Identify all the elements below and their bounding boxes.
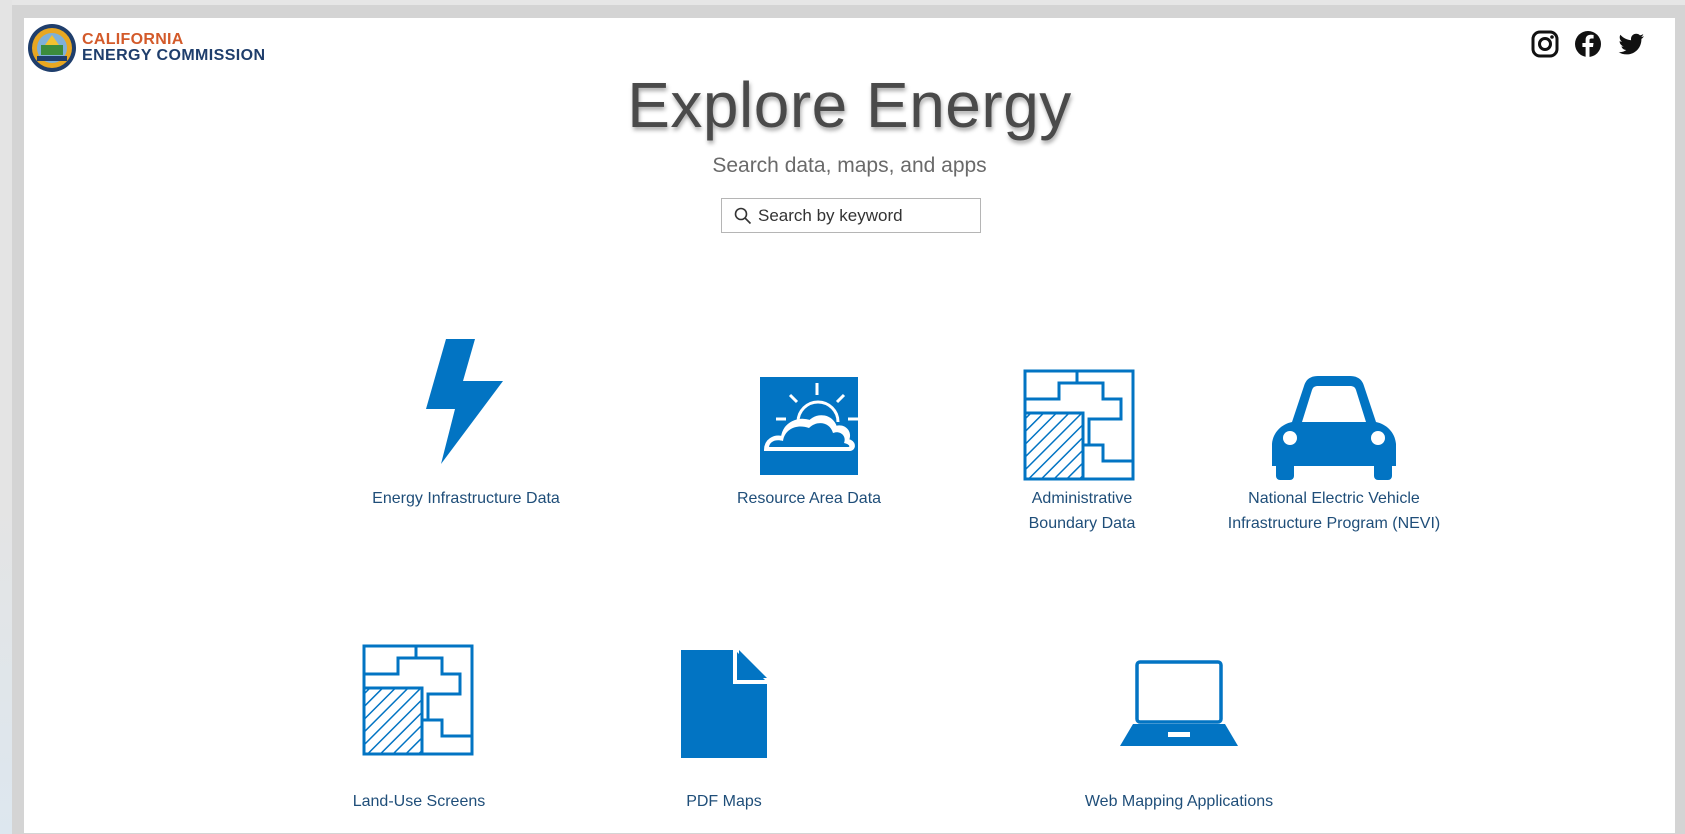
laptop-icon	[1120, 660, 1238, 746]
background-strip	[0, 0, 12, 834]
page-title: Explore Energy	[627, 69, 1072, 141]
instagram-icon[interactable]	[1531, 30, 1559, 58]
tile-land-use-screens[interactable]: Land-Use Screens	[344, 612, 494, 824]
logo-line-commission: ENERGY COMMISSION	[82, 47, 266, 64]
search-icon	[734, 207, 752, 224]
tile-label: Land-Use Screens	[352, 793, 486, 810]
tile-label: Energy Infrastructure Data	[372, 490, 560, 507]
parcel-boundary-icon	[1023, 369, 1135, 481]
search-bar	[721, 198, 981, 233]
tile-label: National Electric Vehicle Infrastructure…	[1227, 490, 1441, 532]
page-subtitle: Search data, maps, and apps	[712, 154, 987, 177]
logo-text: CALIFORNIA ENERGY COMMISSION	[82, 32, 265, 64]
page-content: CALIFORNIA ENERGY COMMISSION Explore Ene…	[24, 18, 1675, 833]
tile-resource-area-data[interactable]: Resource Area Data	[719, 339, 899, 549]
tile-pdf-maps[interactable]: PDF Maps	[654, 612, 794, 824]
tile-label: Resource Area Data	[736, 490, 882, 507]
tile-label: PDF Maps	[686, 793, 762, 810]
cec-logo[interactable]: CALIFORNIA ENERGY COMMISSION	[27, 23, 265, 73]
tile-energy-infrastructure-data[interactable]: Energy Infrastructure Data	[341, 339, 591, 549]
search-input[interactable]	[758, 205, 968, 226]
facebook-icon[interactable]	[1574, 30, 1602, 58]
car-icon	[1272, 376, 1396, 480]
sun-cloud-icon	[760, 377, 858, 475]
cec-seal-icon	[28, 24, 76, 72]
tile-nevi[interactable]: National Electric Vehicle Infrastructure…	[1219, 339, 1449, 549]
tile-administrative-boundary-data[interactable]: Administrative Boundary Data	[1007, 339, 1157, 549]
tile-web-mapping-applications[interactable]: Web Mapping Applications	[1064, 612, 1294, 824]
tile-label: Administrative Boundary Data	[1028, 490, 1136, 532]
social-links	[1531, 30, 1645, 58]
parcel-boundary-icon	[362, 644, 474, 756]
logo-line-california: CALIFORNIA	[82, 31, 184, 48]
lightning-bolt-icon	[426, 339, 503, 464]
twitter-icon[interactable]	[1617, 30, 1645, 58]
document-icon	[681, 650, 767, 758]
tile-label: Web Mapping Applications	[1084, 793, 1274, 810]
